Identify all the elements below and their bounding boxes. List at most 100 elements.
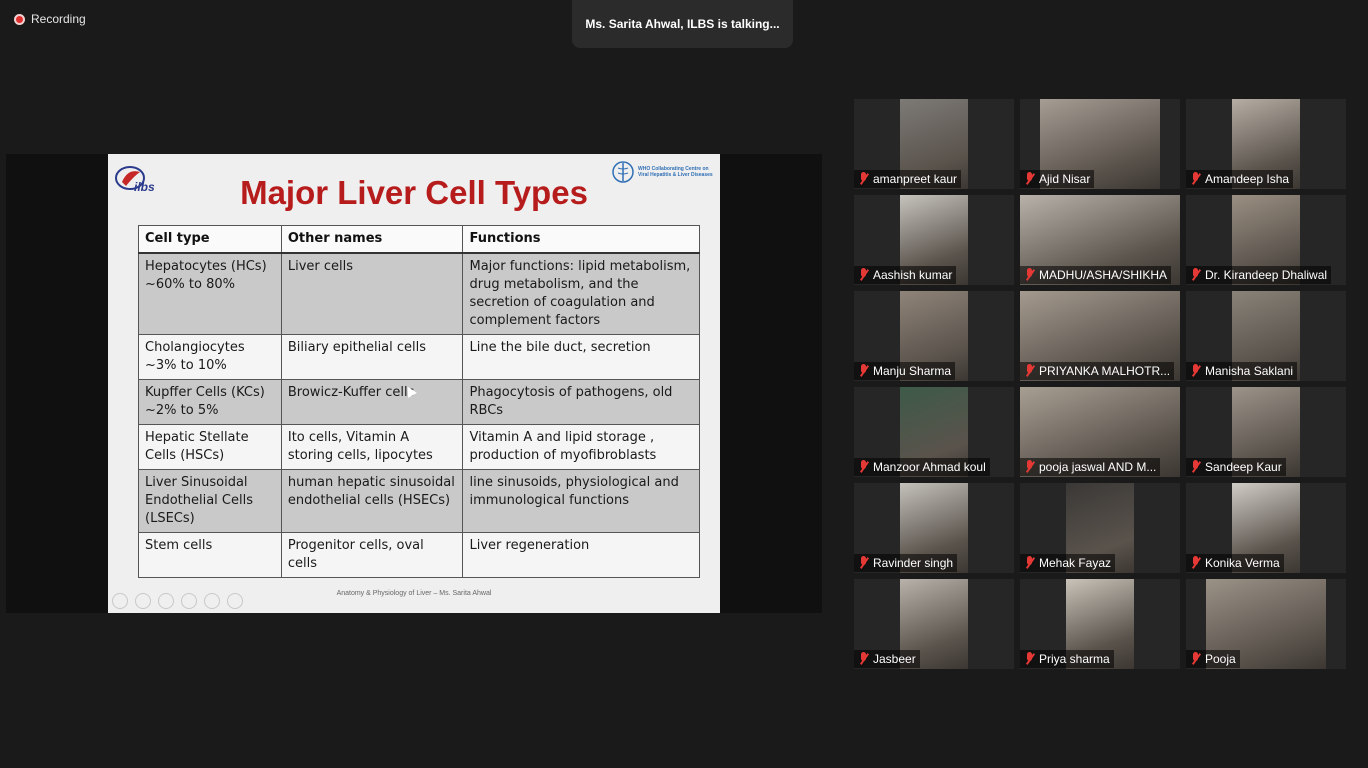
presentation-slide: ilbs WHO Collaborating Centre on Viral H…	[108, 154, 720, 613]
table-cell-cell-type: Kupffer Cells (KCs) ~2% to 5%	[138, 379, 282, 425]
participant-name: Dr. Kirandeep Dhaliwal	[1205, 268, 1328, 282]
table-cell-other-names: Biliary epithelial cells	[280, 334, 464, 380]
slide-title: Major Liver Cell Types	[240, 174, 588, 211]
participant-tile[interactable]: Ajid Nisar	[1020, 99, 1180, 189]
next-slide-icon[interactable]	[135, 593, 151, 609]
table-cell-functions: Line the bile duct, secretion	[462, 334, 700, 380]
participant-name: MADHU/ASHA/SHIKHA	[1039, 268, 1168, 282]
table-cell-other-names: Browicz-Kuffer cells	[280, 379, 464, 425]
participant-name: pooja jaswal AND M...	[1039, 460, 1157, 474]
participant-tile[interactable]: Manzoor Ahmad koul	[854, 387, 1014, 477]
pen-icon[interactable]	[158, 593, 174, 609]
participant-nameplate: MADHU/ASHA/SHIKHA	[1020, 266, 1172, 284]
participant-tile[interactable]: Mehak Fayaz	[1020, 483, 1180, 573]
participant-nameplate: Sandeep Kaur	[1186, 458, 1286, 476]
table-header-row: Cell type Other names Functions	[138, 225, 700, 254]
participant-nameplate: amanpreet kaur	[854, 170, 962, 188]
participant-nameplate: Amandeep Isha	[1186, 170, 1294, 188]
mic-muted-icon	[858, 556, 870, 570]
participant-tile[interactable]: MADHU/ASHA/SHIKHA	[1020, 195, 1180, 285]
table-cell-functions: line sinusoids, physiological and immuno…	[462, 469, 700, 533]
table-cell-functions: Vitamin A and lipid storage , production…	[462, 424, 700, 470]
participant-name: Priya sharma	[1039, 652, 1110, 666]
table-row: Hepatocytes (HCs) ~60% to 80% Liver cells…	[138, 252, 700, 335]
mic-muted-icon	[1190, 556, 1202, 570]
participant-name: Konika Verma	[1205, 556, 1280, 570]
mic-muted-icon	[1024, 364, 1036, 378]
participant-name: Manzoor Ahmad koul	[873, 460, 986, 474]
mic-muted-icon	[1190, 364, 1202, 378]
column-header-functions: Functions	[462, 225, 700, 254]
mic-muted-icon	[1024, 460, 1036, 474]
record-icon	[14, 13, 25, 25]
recording-indicator[interactable]: Recording	[14, 12, 86, 26]
participant-name: amanpreet kaur	[873, 172, 958, 186]
participant-tile[interactable]: Priya sharma	[1020, 579, 1180, 669]
table-row: Liver Sinusoidal Endothelial Cells (LSEC…	[138, 469, 700, 533]
mic-muted-icon	[858, 652, 870, 666]
mic-muted-icon	[1024, 268, 1036, 282]
table-cell-cell-type: Cholangiocytes ~3% to 10%	[138, 334, 282, 380]
mic-muted-icon	[858, 268, 870, 282]
table-cell-other-names: Ito cells, Vitamin A storing cells, lipo…	[280, 424, 464, 470]
participant-nameplate: Manisha Saklani	[1186, 362, 1298, 380]
participant-tile[interactable]: Amandeep Isha	[1186, 99, 1346, 189]
participant-tile[interactable]: amanpreet kaur	[854, 99, 1014, 189]
participant-nameplate: Priya sharma	[1020, 650, 1114, 668]
participant-tile[interactable]: Ravinder singh	[854, 483, 1014, 573]
table-row: Stem cells Progenitor cells, oval cells Li…	[138, 532, 700, 578]
participant-tile[interactable]: Dr. Kirandeep Dhaliwal	[1186, 195, 1346, 285]
mic-muted-icon	[1190, 460, 1202, 474]
participant-nameplate: Ravinder singh	[854, 554, 958, 572]
column-header-cell-type: Cell type	[138, 225, 282, 254]
participant-tile[interactable]: Sandeep Kaur	[1186, 387, 1346, 477]
active-speaker-banner: Ms. Sarita Ahwal, ILBS is talking...	[572, 0, 793, 48]
mic-muted-icon	[1190, 652, 1202, 666]
participant-nameplate: Manju Sharma	[854, 362, 956, 380]
mic-muted-icon	[858, 364, 870, 378]
slides-grid-icon[interactable]	[181, 593, 197, 609]
mic-muted-icon	[1190, 268, 1202, 282]
participant-name: Ravinder singh	[873, 556, 954, 570]
mic-muted-icon	[858, 460, 870, 474]
recording-label: Recording	[31, 12, 86, 26]
participant-name: Mehak Fayaz	[1039, 556, 1112, 570]
previous-slide-icon[interactable]	[112, 593, 128, 609]
participant-tile[interactable]: Pooja	[1186, 579, 1346, 669]
table-cell-functions: Liver regeneration	[462, 532, 700, 578]
table-cell-other-names: Progenitor cells, oval cells	[280, 532, 464, 578]
table-row: Kupffer Cells (KCs) ~2% to 5% Browicz-Kuf…	[138, 379, 700, 425]
more-options-icon[interactable]	[227, 593, 243, 609]
participant-nameplate: Jasbeer	[854, 650, 920, 668]
participant-nameplate: Ajid Nisar	[1020, 170, 1095, 188]
participant-nameplate: Mehak Fayaz	[1020, 554, 1116, 572]
participant-tile[interactable]: PRIYANKA MALHOTR...	[1020, 291, 1180, 381]
participant-nameplate: Aashish kumar	[854, 266, 957, 284]
participant-name: Pooja	[1205, 652, 1236, 666]
slide-controls	[112, 593, 243, 609]
table-cell-functions: Major functions: lipid metabolism, drug …	[462, 252, 700, 335]
table-cell-other-names: human hepatic sinusoidal endothelial cel…	[280, 469, 464, 533]
mic-muted-icon	[1024, 652, 1036, 666]
participant-nameplate: Dr. Kirandeep Dhaliwal	[1186, 266, 1332, 284]
table-cell-cell-type: Hepatocytes (HCs) ~60% to 80%	[138, 252, 282, 335]
participant-tile[interactable]: Konika Verma	[1186, 483, 1346, 573]
participant-tile[interactable]: Manisha Saklani	[1186, 291, 1346, 381]
table-cell-cell-type: Liver Sinusoidal Endothelial Cells (LSEC…	[138, 469, 282, 533]
participant-name: Jasbeer	[873, 652, 916, 666]
participant-tile[interactable]: Aashish kumar	[854, 195, 1014, 285]
table-row: Cholangiocytes ~3% to 10% Biliary epithel…	[138, 334, 700, 380]
table-cell-cell-type: Stem cells	[138, 532, 282, 578]
participant-name: PRIYANKA MALHOTR...	[1039, 364, 1171, 378]
participant-tile[interactable]: pooja jaswal AND M...	[1020, 387, 1180, 477]
zoom-icon[interactable]	[204, 593, 220, 609]
mic-muted-icon	[1190, 172, 1202, 186]
participant-tile[interactable]: Manju Sharma	[854, 291, 1014, 381]
participant-name: Sandeep Kaur	[1205, 460, 1282, 474]
participant-tile[interactable]: Jasbeer	[854, 579, 1014, 669]
table-cell-other-names: Liver cells	[280, 252, 464, 335]
participant-nameplate: pooja jaswal AND M...	[1020, 458, 1161, 476]
participant-name: Manisha Saklani	[1205, 364, 1294, 378]
participant-name: Ajid Nisar	[1039, 172, 1091, 186]
mic-muted-icon	[1024, 172, 1036, 186]
